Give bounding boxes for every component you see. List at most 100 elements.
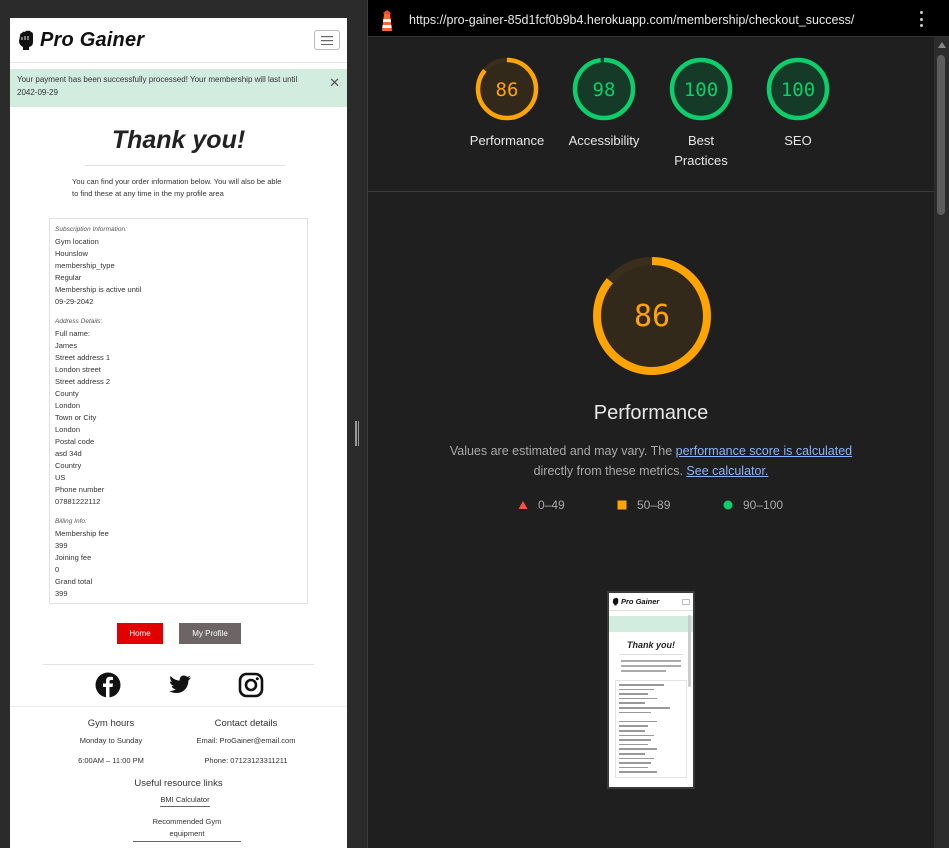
- info-line: Grand total: [55, 577, 93, 586]
- score-gauge[interactable]: 98: [571, 56, 637, 122]
- gym-equipment-label-2[interactable]: equipment: [133, 828, 241, 842]
- hamburger-icon: [321, 35, 333, 45]
- thumb-alert: [609, 616, 693, 632]
- fist-icon: [612, 597, 619, 606]
- gym-hours-title: Gym hours: [87, 718, 135, 729]
- info-line: Street address 2: [55, 377, 111, 386]
- facebook-icon[interactable]: [95, 672, 121, 698]
- info-line: Full name:: [55, 329, 91, 338]
- score-gauge[interactable]: 100: [765, 56, 831, 122]
- twitter-icon[interactable]: [167, 672, 193, 698]
- legend-average: 50–89: [617, 498, 670, 512]
- close-icon[interactable]: ✕: [329, 76, 340, 89]
- divider: [85, 165, 285, 166]
- thumb-line: [619, 720, 658, 723]
- navbar: Pro Gainer: [10, 18, 347, 63]
- score-description: Values are estimated and may vary. The p…: [368, 441, 934, 481]
- lighthouse-icon: [382, 10, 392, 31]
- info-line: asd 34d: [55, 449, 82, 458]
- instagram-icon[interactable]: [238, 672, 264, 698]
- bmi-calculator-label[interactable]: BMI Calculator: [160, 795, 210, 807]
- info-line: Phone number: [55, 485, 105, 494]
- contact-phone: Phone: 07123123311211: [204, 756, 288, 765]
- legend-average-range: 50–89: [637, 498, 671, 512]
- thumb-line: [619, 711, 651, 714]
- footer-divider: [10, 706, 347, 707]
- resize-handle[interactable]: [355, 421, 360, 446]
- page-title: Thank you!: [111, 126, 246, 154]
- info-line: Street address 1: [55, 353, 111, 362]
- score-gauge[interactable]: 86: [474, 56, 540, 122]
- my-profile-button[interactable]: My Profile: [179, 623, 241, 644]
- order-info-box: Subscription Information: Gym location Ho…: [49, 218, 308, 604]
- thumb-line: [619, 693, 648, 695]
- brand-name[interactable]: Pro Gainer: [40, 29, 144, 52]
- thumb-intro-lines: [621, 660, 681, 672]
- info-line: Membership fee: [55, 529, 109, 538]
- alert-message: Your payment has been successfully proce…: [17, 75, 298, 97]
- lighthouse-panel: https://pro-gainer-85d1fcf0b9b4.herokuap…: [367, 0, 949, 848]
- info-line: Regular: [55, 273, 82, 282]
- legend-fail-range: 0–49: [538, 498, 565, 512]
- see-calculator-link[interactable]: See calculator.: [686, 464, 768, 478]
- thumb-line: [619, 748, 658, 750]
- square-icon: [617, 500, 627, 510]
- info-line: 399: [55, 589, 68, 598]
- score-value: 86: [496, 79, 519, 101]
- thumb-brand: Pro Gainer: [621, 597, 660, 606]
- description-middle: directly from these metrics.: [533, 464, 687, 478]
- thumb-navbar: Pro Gainer: [609, 593, 693, 611]
- success-alert: Your payment has been successfully proce…: [10, 69, 347, 107]
- score-gauge[interactable]: 100: [668, 56, 734, 122]
- more-options-icon[interactable]: [920, 11, 924, 27]
- info-line: London: [55, 425, 81, 434]
- thumb-line: [619, 729, 645, 732]
- gym-equipment-link[interactable]: Recommended Gym equipment: [133, 816, 241, 842]
- scrollbar[interactable]: [934, 37, 949, 848]
- contact-email: Email: ProGainer@email.com: [196, 736, 296, 745]
- score-calculated-link[interactable]: performance score is calculated: [676, 444, 852, 458]
- info-line: Hounslow: [55, 249, 88, 258]
- gym-equipment-label-1[interactable]: Recommended Gym: [133, 816, 241, 828]
- info-line: London: [55, 401, 81, 410]
- info-line: US: [55, 473, 66, 482]
- bmi-calculator-link[interactable]: BMI Calculator: [153, 795, 217, 807]
- thumb-line: [619, 762, 651, 764]
- info-line: County: [55, 389, 79, 398]
- score-label: Best Practices: [674, 133, 728, 168]
- thumb-line: [619, 766, 648, 769]
- info-line: Postal code: [55, 437, 95, 446]
- thumb-line: [619, 752, 645, 755]
- home-button[interactable]: Home: [117, 623, 163, 644]
- thumb-line: [619, 734, 655, 737]
- legend-pass: 90–100: [723, 498, 783, 512]
- info-line: Membership is active until: [55, 285, 142, 294]
- fist-icon: [19, 30, 33, 50]
- page-url[interactable]: https://pro-gainer-85d1fcf0b9b4.herokuap…: [409, 13, 854, 27]
- contact-title: Contact details: [214, 718, 278, 729]
- score-value: 100: [684, 79, 718, 101]
- url-bar: https://pro-gainer-85d1fcf0b9b4.herokuap…: [368, 0, 949, 37]
- thumb-line: [619, 706, 671, 709]
- info-line: Joining fee: [55, 553, 92, 562]
- info-line: 399: [55, 541, 68, 550]
- navbar-toggler[interactable]: [314, 30, 340, 50]
- billing-heading: Billing Info:: [55, 518, 87, 525]
- info-line: London street: [55, 365, 101, 374]
- triangle-icon: [518, 501, 528, 509]
- mobile-page-preview: Pro Gainer Your payment has been success…: [10, 18, 347, 848]
- subscription-heading: Subscription Information:: [55, 226, 127, 233]
- info-line: Town or City: [55, 413, 97, 422]
- intro-text: You can find your order information belo…: [72, 177, 282, 198]
- legend-fail: 0–49: [518, 498, 565, 512]
- score-label: SEO: [784, 133, 812, 148]
- thumb-line: [619, 771, 658, 773]
- scrollbar-thumb[interactable]: [937, 55, 945, 215]
- thumb-line: [619, 757, 655, 760]
- scroll-up-icon[interactable]: [938, 42, 946, 48]
- thumb-line: [619, 684, 664, 686]
- circle-icon: [723, 500, 733, 510]
- score-label: Accessibility: [568, 133, 640, 148]
- thumb-line: [619, 688, 655, 691]
- thumb-info-box: [615, 680, 687, 778]
